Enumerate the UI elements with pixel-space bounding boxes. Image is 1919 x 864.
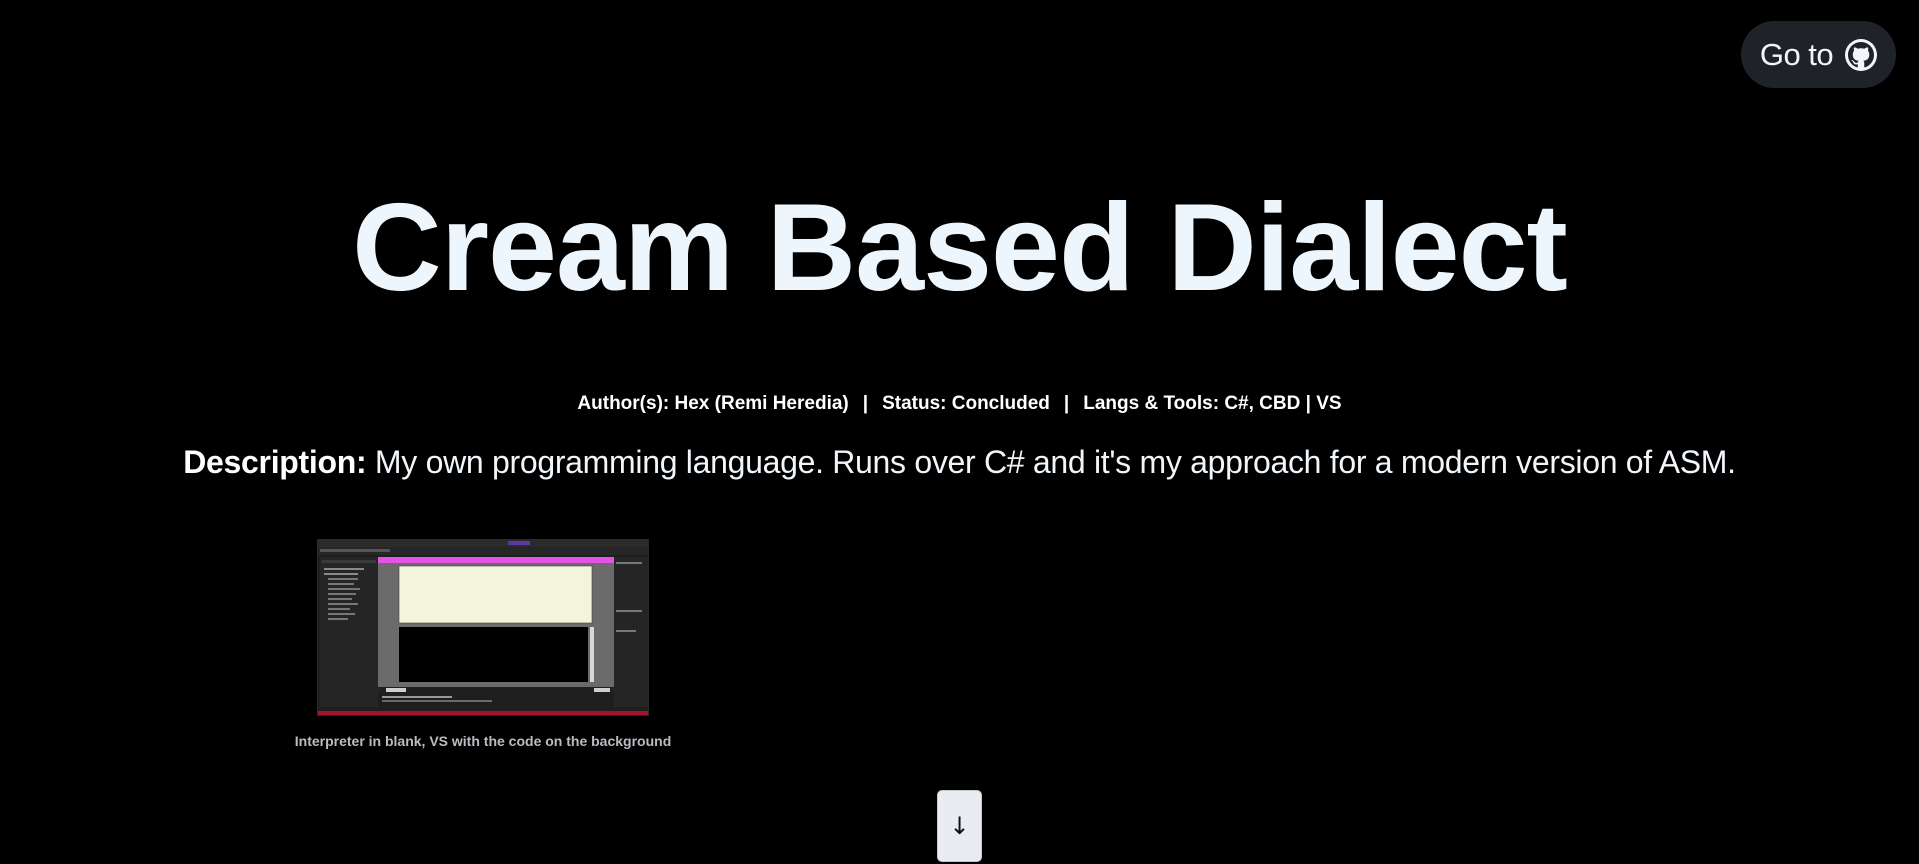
- project-meta: Author(s): Hex (Remi Heredia) | Status: Co…: [0, 393, 1919, 415]
- vs-interpreter-screenshot: [318, 540, 648, 715]
- meta-separator: |: [862, 393, 869, 414]
- page-title: Cream Based Dialect: [352, 179, 1568, 317]
- project-description: Description: My own programming language…: [0, 444, 1919, 481]
- project-page: Go to Cream Based Dialect Author(s): Hex…: [0, 0, 1919, 864]
- arrow-down-icon: ↓: [949, 812, 970, 840]
- goto-github-button[interactable]: Go to: [1741, 21, 1896, 88]
- scroll-down-button[interactable]: ↓: [937, 790, 982, 862]
- author-text: Author(s): Hex (Remi Heredia): [577, 393, 849, 414]
- goto-label: Go to: [1759, 36, 1834, 72]
- description-text: My own programming language. Runs over C…: [366, 444, 1736, 480]
- screenshot-thumbnail[interactable]: [317, 539, 649, 716]
- status-text: Status: Concluded: [882, 393, 1050, 414]
- github-icon: [1845, 38, 1878, 71]
- screenshot-caption: Interpreter in blank, VS with the code o…: [294, 733, 672, 749]
- meta-separator: |: [1063, 393, 1070, 414]
- description-label: Description:: [183, 444, 367, 480]
- tools-text: Langs & Tools: C#, CBD | VS: [1083, 393, 1342, 414]
